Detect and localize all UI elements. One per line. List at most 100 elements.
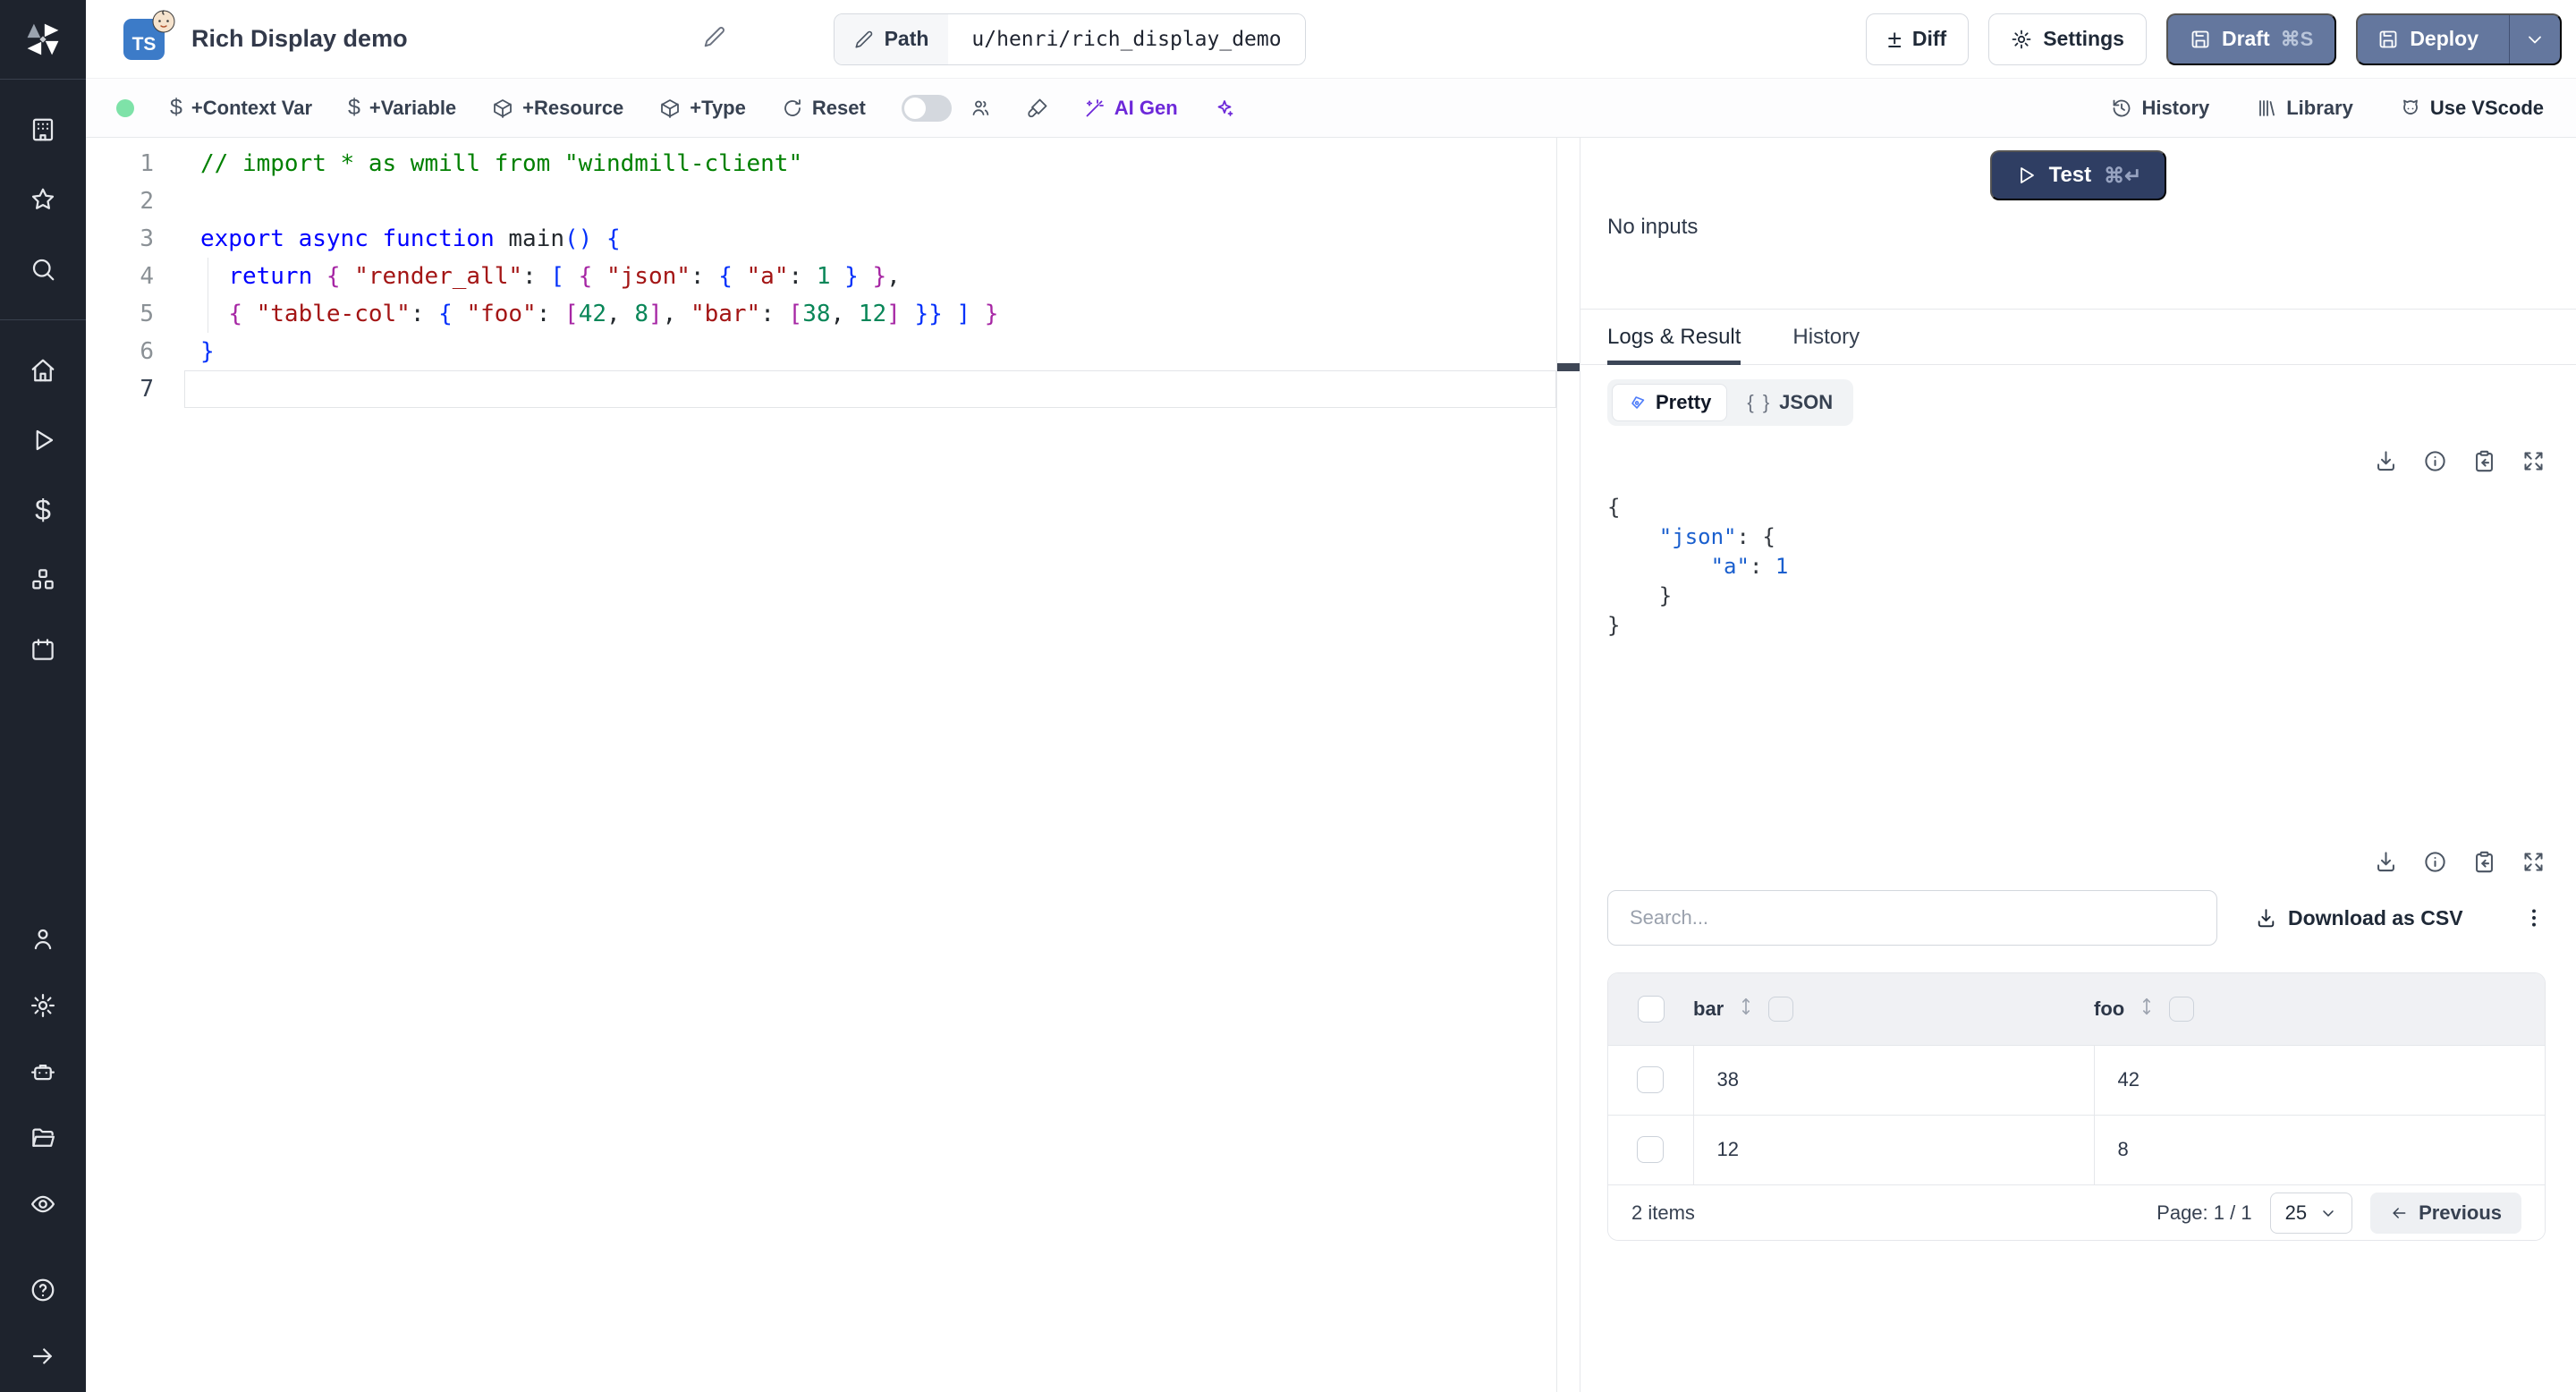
sort-bar-button[interactable] [1736,997,1756,1022]
filter-bar-checkbox[interactable] [1768,996,1794,1022]
table-search-input[interactable] [1607,890,2217,946]
test-button-label: Test [2048,163,2092,187]
kebab-menu-icon [2532,909,2536,927]
deploy-main-segment[interactable]: Deploy [2358,15,2498,64]
sidebar-item-home[interactable] [21,349,64,392]
items-count: 2 items [1631,1201,1695,1224]
download-table-button[interactable] [2374,850,2398,874]
sort-arrows-icon [2143,997,2151,1014]
sidebar-item-help[interactable] [21,1269,64,1311]
tab-logs-result[interactable]: Logs & Result [1607,310,1741,365]
diff-button[interactable]: ± Diff [1865,13,1970,65]
code-line[interactable] [184,182,1556,220]
sidebar-item-workers[interactable] [21,1050,64,1093]
splitter-drag-handle[interactable] [1557,363,1580,371]
code-line[interactable]: export async function main() { [184,220,1556,258]
sort-foo-button[interactable] [2137,997,2157,1022]
code-line[interactable]: return { "render_all": [ { "json": { "a"… [184,258,1556,295]
history-label: History [2141,96,2210,119]
path-value[interactable]: u/henri/rich_display_demo [948,13,1305,64]
sidebar-item-settings[interactable] [21,984,64,1027]
table-row[interactable]: 12 8 [1608,1114,2545,1184]
download-result-button[interactable] [2374,449,2398,473]
result-info-button[interactable] [2423,449,2447,473]
sidebar-item-runs[interactable] [21,419,64,462]
draft-shortcut: ⌘S [2280,27,2314,50]
tab-history[interactable]: History [1792,310,1860,364]
script-path-field[interactable]: Path u/henri/rich_display_demo [833,13,1306,65]
column-header-foo[interactable]: foo [2094,997,2124,1021]
panel-splitter[interactable] [1556,138,1580,1392]
select-all-checkbox[interactable] [1637,995,1665,1023]
page-size-value: 25 [2284,1201,2308,1224]
reset-button[interactable]: Reset [782,97,866,120]
library-button[interactable]: Library [2256,97,2353,120]
editor-code-area[interactable]: // import * as wmill from "windmill-clie… [184,145,1556,1392]
add-type-button[interactable]: +Type [659,97,746,120]
table-row[interactable]: 38 42 [1608,1044,2545,1115]
row-checkbox[interactable] [1637,1066,1665,1093]
add-resource-button[interactable]: +Resource [492,97,623,120]
page-size-select[interactable]: 25 [2269,1192,2353,1234]
sidebar-item-user[interactable] [21,918,64,961]
sidebar-item-search[interactable] [21,248,64,291]
typescript-badge: TS [123,9,175,60]
code-line[interactable]: } [184,333,1556,370]
code-line[interactable]: // import * as wmill from "windmill-clie… [184,145,1556,182]
add-context-var-button[interactable]: $ +Context Var [170,95,312,121]
table-cell: 38 [1692,1044,2094,1115]
sidebar-item-workspace[interactable] [21,108,64,151]
copy-table-button[interactable] [2472,850,2496,874]
edit-title-button[interactable] [703,25,726,53]
pencil-icon [855,30,872,48]
add-variable-button[interactable]: $ +Variable [348,95,456,121]
add-resource-label: +Resource [522,96,624,119]
no-inputs-text: No inputs [1607,215,1699,239]
code-editor[interactable]: 1 2 3 4 5 6 7 // import * as wmill from "windm… [86,138,1556,1392]
expand-table-button[interactable] [2521,850,2546,874]
sidebar-item-resources[interactable] [21,558,64,601]
format-button[interactable] [1027,98,1048,119]
column-header-bar[interactable]: bar [1693,997,1724,1021]
code-line[interactable] [184,370,1556,408]
toolbar-right-actions: History Library Use VScode [2111,97,2544,120]
test-button[interactable]: Test ⌘↵ [1989,150,2167,200]
draft-button[interactable]: Draft ⌘S [2165,13,2337,65]
deploy-button[interactable]: Deploy [2356,13,2562,65]
row-checkbox[interactable] [1637,1136,1665,1164]
home-icon [31,359,55,382]
filter-foo-checkbox[interactable] [2169,996,2195,1022]
table-menu-button[interactable] [2522,906,2546,929]
sidebar-item-folders[interactable] [21,1116,64,1159]
windmill-logo[interactable] [0,0,86,79]
sidebar-item-audit[interactable] [21,1183,64,1226]
history-button[interactable]: History [2111,97,2209,120]
previous-page-button[interactable]: Previous [2370,1192,2521,1234]
result-json-view: { "json": { "a": 1 }} [1607,493,2546,641]
sidebar-collapse-button[interactable] [21,1335,64,1378]
copy-result-button[interactable] [2472,449,2496,473]
sidebar-item-favorites[interactable] [21,178,64,221]
ai-gen-button[interactable]: AI Gen [1084,97,1178,120]
table-info-button[interactable] [2423,850,2447,874]
typescript-badge-label: TS [131,33,157,55]
sidebar-item-variables[interactable]: $ [21,488,64,531]
download-csv-button[interactable]: Download as CSV [2255,906,2463,930]
use-vscode-button[interactable]: Use VScode [2400,97,2544,120]
view-option-json[interactable]: { } JSON [1731,384,1849,421]
view-option-pretty-label: Pretty [1656,391,1712,413]
ai-sparkles-button[interactable] [1214,98,1235,119]
view-option-pretty[interactable]: Pretty [1612,384,1728,421]
expand-result-button[interactable] [2521,449,2546,473]
windmill-pinwheel-icon [27,23,59,55]
download-icon [2377,451,2394,471]
collab-toggle[interactable] [901,94,952,122]
deploy-dropdown-button[interactable] [2509,14,2560,64]
table-toolbar: Download as CSV [1607,890,2546,946]
play-icon [36,429,54,451]
settings-button[interactable]: Settings [1988,13,2147,65]
gear-icon [2012,30,2031,48]
result-table: bar foo 38 42 12 8 2 items Page: 1 / 1 2… [1607,972,2546,1241]
code-line[interactable]: { "table-col": { "foo": [42, 8], "bar": … [184,295,1556,333]
sidebar-item-schedules[interactable] [21,628,64,671]
